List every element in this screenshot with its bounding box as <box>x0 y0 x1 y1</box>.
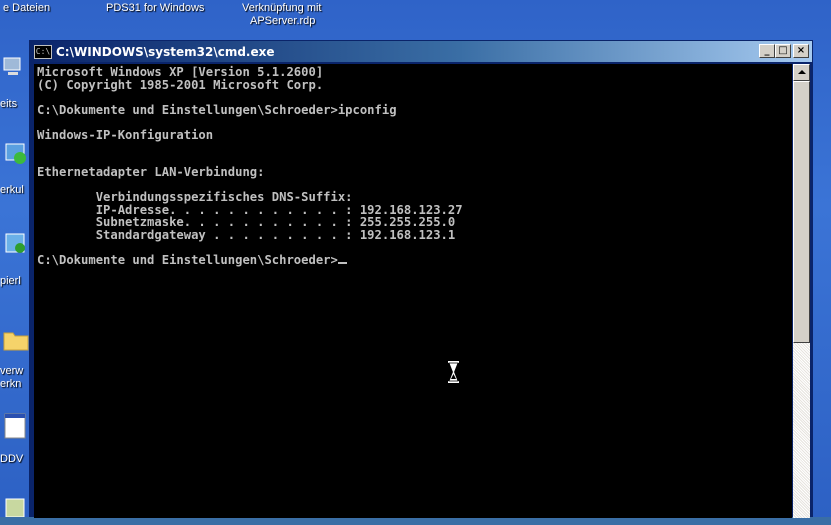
text-cursor <box>337 261 347 264</box>
scroll-up-button[interactable] <box>793 64 810 81</box>
program-icon[interactable] <box>2 495 32 525</box>
copy-icon[interactable] <box>2 230 32 260</box>
cmd-icon[interactable]: C:\ <box>34 44 52 59</box>
desktop-side-label: pierl <box>0 275 21 287</box>
folder-icon[interactable] <box>2 325 32 355</box>
window-titlebar[interactable]: C:\ C:\WINDOWS\system32\cmd.exe _ □ × <box>30 41 812 62</box>
desktop-label-verknuepfung[interactable]: Verknüpfung mit <box>242 2 322 15</box>
console-line: C:\Dokumente und Einstellungen\Schroeder… <box>37 252 338 267</box>
network-icon[interactable] <box>2 52 32 82</box>
window-controls: _ □ × <box>759 44 809 58</box>
connection-icon[interactable] <box>2 140 32 170</box>
desktop-side-label: eits <box>0 98 18 110</box>
console-text: Microsoft Windows XP [Version 5.1.2600] … <box>34 64 792 266</box>
console-output[interactable]: Microsoft Windows XP [Version 5.1.2600] … <box>34 64 792 518</box>
scrollbar-thumb[interactable] <box>793 81 810 343</box>
maximize-button[interactable]: □ <box>775 44 791 58</box>
minimize-button[interactable]: _ <box>759 44 775 58</box>
window-title: C:\WINDOWS\system32\cmd.exe <box>56 44 275 59</box>
vertical-scrollbar[interactable] <box>793 64 810 518</box>
desktop-label-dateien[interactable]: e Dateien <box>3 2 50 15</box>
desktop-side-label: DDV <box>0 453 24 465</box>
desktop-label-apserver[interactable]: APServer.rdp <box>250 15 315 28</box>
console-line: Standardgateway . . . . . . . . . : 192.… <box>37 227 456 242</box>
document-icon[interactable] <box>2 412 32 442</box>
desktop-label-pds31[interactable]: PDS31 for Windows <box>106 2 204 15</box>
console-line: C:\Dokumente und Einstellungen\Schroeder… <box>37 102 397 117</box>
desktop-side-label: erkn <box>0 378 22 390</box>
close-button[interactable]: × <box>793 44 809 58</box>
hourglass-cursor-icon <box>448 361 459 383</box>
desktop-top-labels: e Dateien PDS31 for Windows Verknüpfung … <box>0 0 831 36</box>
cmd-window[interactable]: C:\ C:\WINDOWS\system32\cmd.exe _ □ × Mi… <box>29 40 813 518</box>
console-line: Windows-IP-Konfiguration <box>37 127 214 142</box>
console-line: (C) Copyright 1985-2001 Microsoft Corp. <box>37 77 324 92</box>
desktop-side-label: erkul <box>0 184 24 196</box>
desktop-side-label: verw <box>0 365 24 377</box>
console-line: Ethernetadapter LAN-Verbindung: <box>37 165 265 179</box>
